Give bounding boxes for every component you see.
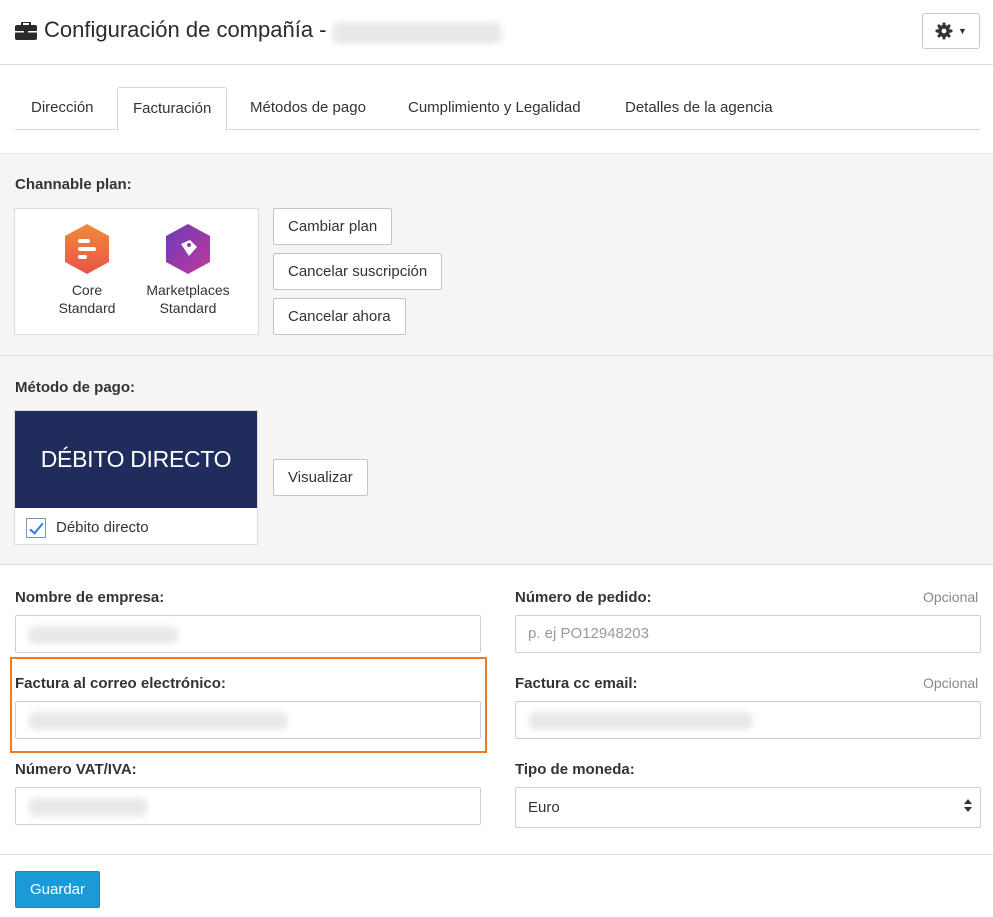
page-header: Configuración de compañía - ▼ — [0, 0, 994, 65]
plan-list: Core Standard Marketplaces Standard — [14, 208, 259, 335]
tab-bar: Dirección Facturación Métodos de pago Cu… — [15, 87, 980, 131]
tab-direccion[interactable]: Dirección — [16, 87, 109, 130]
invoice-cc-input[interactable] — [515, 701, 981, 739]
chevron-down-icon: ▼ — [958, 26, 967, 36]
plan-core-tier: Standard — [58, 300, 116, 316]
direct-debit-checkbox[interactable] — [26, 518, 46, 538]
invoice-cc-label: Factura cc email: — [515, 675, 638, 692]
invoice-email-label: Factura al correo electrónico: — [15, 675, 226, 692]
tab-metodos-de-pago[interactable]: Métodos de pago — [235, 87, 381, 130]
briefcase-icon — [15, 22, 37, 40]
form-divider — [0, 854, 994, 855]
order-number-input[interactable]: p. ej PO12948203 — [515, 615, 981, 653]
direct-debit-card: DÉBITO DIRECTO Débito directo — [14, 410, 258, 545]
plan-marketplaces-standard: Marketplaces Standard — [138, 223, 238, 317]
payment-method-label: Método de pago: — [15, 379, 135, 396]
redacted-vat — [28, 797, 148, 816]
order-number-label: Número de pedido: — [515, 589, 652, 606]
company-name-input[interactable] — [15, 615, 481, 653]
tab-detalles-agencia[interactable]: Detalles de la agencia — [610, 87, 788, 130]
company-name-label: Nombre de empresa: — [15, 589, 165, 606]
redacted-invoice-email — [28, 711, 288, 730]
payment-method-section: Método de pago: DÉBITO DIRECTO Débito di… — [0, 355, 994, 565]
cancel-now-button[interactable]: Cancelar ahora — [273, 298, 406, 335]
save-button[interactable]: Guardar — [15, 871, 100, 908]
vat-input[interactable] — [15, 787, 481, 825]
plan-marketplaces-name: Marketplaces — [146, 282, 230, 298]
settings-dropdown-button[interactable]: ▼ — [922, 13, 980, 49]
currency-label: Tipo de moneda: — [515, 761, 635, 778]
plan-core-name: Core — [71, 282, 103, 298]
page-title: Configuración de compañía - — [44, 17, 327, 42]
order-number-optional: Opcional — [923, 589, 979, 605]
plan-section-label: Channable plan: — [15, 176, 132, 193]
change-plan-button[interactable]: Cambiar plan — [273, 208, 393, 245]
invoice-cc-optional: Opcional — [923, 675, 979, 691]
direct-debit-banner: DÉBITO DIRECTO — [15, 411, 257, 508]
plan-section: Channable plan: Core Standard Marketplac… — [0, 153, 994, 355]
tab-facturacion[interactable]: Facturación — [117, 87, 228, 131]
marketplaces-plan-icon — [166, 224, 210, 274]
core-plan-icon — [65, 224, 109, 274]
plan-marketplaces-tier: Standard — [159, 300, 217, 316]
plan-core-standard: Core Standard — [37, 223, 137, 317]
select-sort-arrows-icon — [964, 799, 972, 813]
direct-debit-checkbox-label: Débito directo — [56, 519, 149, 536]
currency-select[interactable]: Euro — [515, 787, 981, 828]
gear-icon — [935, 22, 953, 40]
cancel-subscription-button[interactable]: Cancelar suscripción — [273, 253, 443, 290]
invoice-email-input[interactable] — [15, 701, 481, 739]
currency-value: Euro — [528, 799, 560, 816]
redacted-company-name — [332, 22, 502, 44]
redacted-company-name-value — [28, 625, 178, 644]
redacted-cc-email — [528, 711, 753, 730]
view-payment-button[interactable]: Visualizar — [273, 459, 368, 496]
vat-label: Número VAT/IVA: — [15, 761, 137, 778]
tab-cumplimiento[interactable]: Cumplimiento y Legalidad — [393, 87, 596, 130]
